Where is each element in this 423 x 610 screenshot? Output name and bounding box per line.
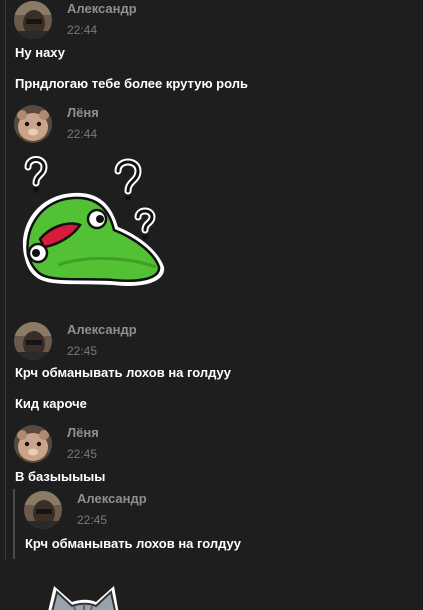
timestamp: 22:44 bbox=[67, 23, 98, 37]
avatar[interactable] bbox=[14, 322, 52, 360]
timestamp: 22:45 bbox=[77, 513, 108, 527]
author-name[interactable]: Александр bbox=[77, 491, 147, 506]
timestamp: 22:45 bbox=[67, 344, 98, 358]
green-frog-question-sticker[interactable] bbox=[18, 155, 168, 300]
author-name[interactable]: Лёня bbox=[67, 105, 99, 120]
avatar[interactable] bbox=[24, 491, 62, 529]
dark-avatar-icon bbox=[14, 1, 52, 39]
message-text: Прндлогаю тебе более крутую роль bbox=[15, 76, 248, 91]
thread-left-rule bbox=[5, 0, 6, 560]
author-name[interactable]: Лёня bbox=[67, 425, 99, 440]
message-text: В базыыыыы bbox=[15, 469, 106, 484]
timestamp: 22:44 bbox=[67, 127, 98, 141]
gray-cat-sticker[interactable] bbox=[40, 580, 124, 610]
author-name[interactable]: Александр bbox=[67, 1, 137, 16]
avatar[interactable] bbox=[14, 105, 52, 143]
message-text: Крч обманывать лохов на голдуу bbox=[15, 365, 231, 380]
dark-avatar-icon bbox=[24, 491, 62, 529]
author-name[interactable]: Александр bbox=[67, 322, 137, 337]
dark-avatar-icon bbox=[14, 322, 52, 360]
quoted-reply[interactable]: Александр 22:45 Крч обманывать лохов на … bbox=[13, 489, 313, 559]
hamster-avatar-icon bbox=[14, 425, 52, 463]
quote-bar bbox=[13, 489, 15, 559]
avatar[interactable] bbox=[14, 425, 52, 463]
message-text: Ну наху bbox=[15, 45, 65, 60]
timestamp: 22:45 bbox=[67, 447, 98, 461]
avatar[interactable] bbox=[14, 1, 52, 39]
message-text: Крч обманывать лохов на голдуу bbox=[25, 536, 241, 551]
message-text: Кид кароче bbox=[15, 396, 87, 411]
hamster-avatar-icon bbox=[14, 105, 52, 143]
